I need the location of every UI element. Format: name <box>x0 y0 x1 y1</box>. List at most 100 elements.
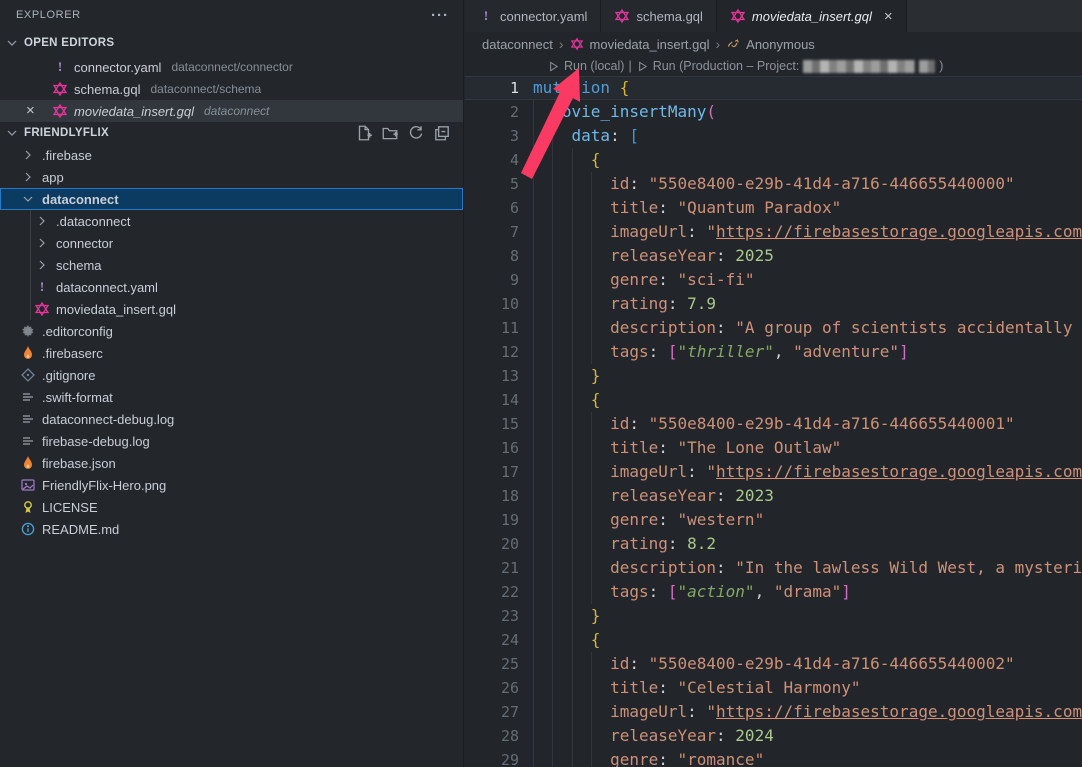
indent-guide <box>572 460 573 484</box>
indent-guide <box>533 412 534 436</box>
indent-guide <box>572 604 573 628</box>
explorer-header: EXPLORER ··· <box>0 0 463 30</box>
yaml-icon: ! <box>34 279 50 295</box>
tree-item-readme-md[interactable]: README.md <box>0 518 463 540</box>
code-line-12: tags: ["thriller", "adventure"] <box>465 340 1082 364</box>
indent-guide <box>572 292 573 316</box>
breadcrumb-item[interactable]: Anonymous <box>746 37 815 52</box>
file-tree: .firebaseapp dataconnect .dataconnectconne… <box>0 144 463 540</box>
tree-item-dataconnect-yaml[interactable]: !dataconnect.yaml <box>0 276 463 298</box>
license-icon <box>20 499 36 515</box>
open-editors-header[interactable]: OPEN EDITORS <box>0 30 463 56</box>
indent-guide <box>572 244 573 268</box>
tree-item-dataconnect[interactable]: dataconnect <box>0 188 463 210</box>
indent-guide <box>533 700 534 724</box>
indent-guide <box>572 556 573 580</box>
tree-item-connector[interactable]: connector <box>0 232 463 254</box>
tree-item--gitignore[interactable]: .gitignore <box>0 364 463 386</box>
lines-icon <box>20 389 36 405</box>
code-editor[interactable]: 1234567891011121314151617181920212223242… <box>465 76 1082 767</box>
tree-item-moviedata-insert-gql[interactable]: moviedata_insert.gql <box>0 298 463 320</box>
tree-item-schema[interactable]: schema <box>0 254 463 276</box>
code-line-16: title: "The Lone Outlaw" <box>465 436 1082 460</box>
tree-item-label: firebase.json <box>42 456 116 471</box>
code-line-9: genre: "sci-fi" <box>465 268 1082 292</box>
indent-guide <box>591 700 592 724</box>
tree-item-app[interactable]: app <box>0 166 463 188</box>
code-lines: mutation { movie_insertMany( data: [ { i… <box>465 76 1082 767</box>
indent-guide <box>572 148 573 172</box>
tree-item-firebase-debug-log[interactable]: firebase-debug.log <box>0 430 463 452</box>
indent-guide <box>533 388 534 412</box>
tab-moviedata-insert-gql[interactable]: moviedata_insert.gql× <box>717 0 907 32</box>
code-line-4: { <box>465 148 1082 172</box>
indent-guide <box>533 148 534 172</box>
indent-guide <box>533 748 534 767</box>
tab-connector-yaml[interactable]: !connector.yaml <box>465 0 601 32</box>
graphql-icon <box>52 81 68 97</box>
tree-item-friendlyflix-hero-png[interactable]: FriendlyFlix-Hero.png <box>0 474 463 496</box>
flame-icon <box>20 455 36 471</box>
run-production-button[interactable]: Run (Production – Project: <box>653 59 800 73</box>
open-editor-item[interactable]: !connector.yamldataconnect/connector <box>0 56 463 78</box>
yaml-icon: ! <box>52 59 68 75</box>
tree-item--swift-format[interactable]: .swift-format <box>0 386 463 408</box>
indent-guide <box>552 532 553 556</box>
open-editor-filename: connector.yaml <box>74 60 161 75</box>
code-line-26: title: "Celestial Harmony" <box>465 676 1082 700</box>
indent-guide <box>572 700 573 724</box>
tab-schema-gql[interactable]: schema.gql <box>601 0 716 32</box>
close-icon[interactable]: × <box>26 103 35 119</box>
code-line-18: releaseYear: 2023 <box>465 484 1082 508</box>
breadcrumb-item[interactable]: dataconnect <box>482 37 553 52</box>
tree-indent-guide <box>30 210 31 320</box>
chevron-right-icon <box>20 169 36 185</box>
open-editor-path: dataconnect/schema <box>150 82 261 96</box>
chevron-down-icon <box>20 191 36 207</box>
collapse-all-icon[interactable] <box>433 124 451 142</box>
tree-item-license[interactable]: LICENSE <box>0 496 463 518</box>
indent-guide <box>591 340 592 364</box>
graphql-icon <box>570 37 584 51</box>
more-actions-icon[interactable]: ··· <box>431 7 449 24</box>
breadcrumb-separator: › <box>715 36 720 52</box>
indent-guide <box>572 676 573 700</box>
indent-guide <box>552 340 553 364</box>
tree-item--firebase[interactable]: .firebase <box>0 144 463 166</box>
indent-guide <box>572 724 573 748</box>
tree-item--firebaserc[interactable]: .firebaserc <box>0 342 463 364</box>
indent-guide <box>552 508 553 532</box>
code-line-3: data: [ <box>465 124 1082 148</box>
indent-guide <box>552 628 553 652</box>
tree-item--editorconfig[interactable]: .editorconfig <box>0 320 463 342</box>
breadcrumb[interactable]: dataconnect›moviedata_insert.gql›Anonymo… <box>465 32 1082 56</box>
code-line-22: tags: ["action", "drama"] <box>465 580 1082 604</box>
indent-guide <box>552 700 553 724</box>
indent-guide <box>552 268 553 292</box>
indent-guide <box>533 580 534 604</box>
tree-item--dataconnect[interactable]: .dataconnect <box>0 210 463 232</box>
open-editor-item[interactable]: schema.gqldataconnect/schema <box>0 78 463 100</box>
tree-item-firebase-json[interactable]: firebase.json <box>0 452 463 474</box>
lines-icon <box>20 411 36 427</box>
indent-guide <box>533 268 534 292</box>
workspace-header[interactable]: FRIENDLYFLIX <box>0 122 463 144</box>
close-icon[interactable]: × <box>884 8 893 25</box>
open-editor-item[interactable]: ×moviedata_insert.gqldataconnect <box>0 100 463 122</box>
chevron-right-icon <box>34 235 50 251</box>
indent-guide <box>552 604 553 628</box>
tab-label: schema.gql <box>636 9 702 24</box>
indent-guide <box>552 556 553 580</box>
refresh-icon[interactable] <box>407 124 425 142</box>
new-file-icon[interactable] <box>355 124 373 142</box>
vscode-window: EXPLORER ··· OPEN EDITORS !connector.yam… <box>0 0 1082 767</box>
git-icon <box>20 367 36 383</box>
tree-item-dataconnect-debug-log[interactable]: dataconnect-debug.log <box>0 408 463 430</box>
chevron-right-icon <box>34 257 50 273</box>
new-folder-icon[interactable] <box>381 124 399 142</box>
tab-label: connector.yaml <box>500 9 587 24</box>
breadcrumb-item[interactable]: moviedata_insert.gql <box>590 37 710 52</box>
tree-item-label: dataconnect <box>42 192 119 207</box>
run-local-button[interactable]: Run (local) <box>564 59 624 73</box>
indent-guide <box>552 724 553 748</box>
